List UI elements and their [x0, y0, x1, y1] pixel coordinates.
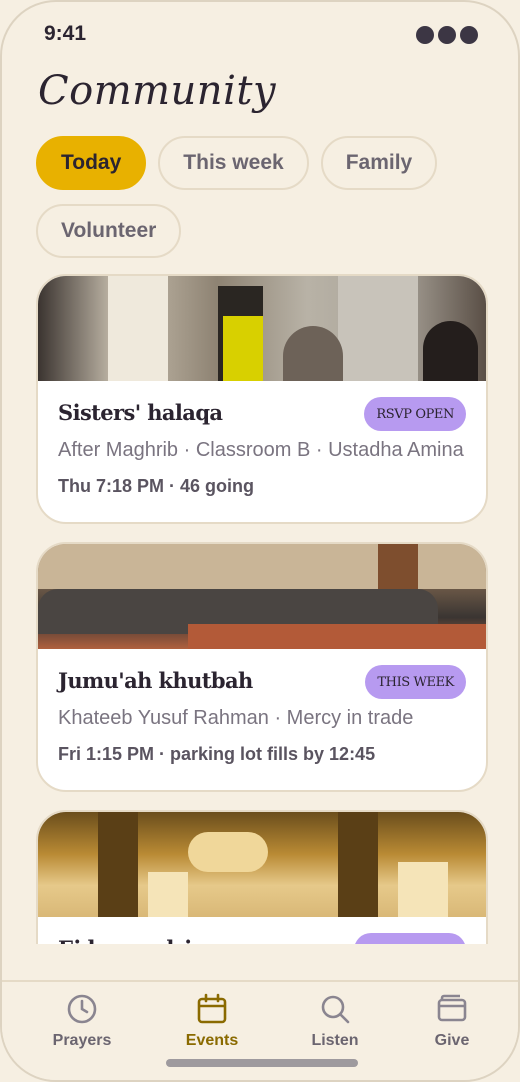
calendar-icon: [197, 993, 227, 1024]
filter-chip-this-week[interactable]: This week: [158, 136, 309, 190]
signal-dots-icon: [416, 26, 478, 44]
event-meta: Thu 7:18 PM · 46 going: [58, 476, 255, 496]
home-indicator[interactable]: [166, 1059, 358, 1067]
event-card[interactable]: Sisters' halaqa RSVP OPEN After Maghrib …: [36, 274, 488, 524]
filter-chip-family[interactable]: Family: [320, 136, 438, 190]
event-subtitle: After Maghrib · Classroom B · Ustadha Am…: [58, 439, 464, 461]
status-badge: RSVP OPEN: [364, 397, 466, 431]
clock-icon: [67, 994, 97, 1024]
event-card[interactable]: Eid prep drive NEEDS HELP: [36, 810, 488, 944]
status-bar: 9:41: [44, 22, 478, 52]
search-icon: [321, 995, 350, 1024]
event-card[interactable]: Jumu'ah khutbah THIS WEEK Khateeb Yusuf …: [36, 542, 488, 792]
filter-chip-volunteer[interactable]: Volunteer: [36, 204, 182, 258]
tab-events[interactable]: Events: [157, 992, 267, 1050]
status-badge: NEEDS HELP: [353, 933, 466, 944]
tab-label: Events: [185, 1032, 239, 1049]
tab-label: Give: [434, 1032, 470, 1049]
event-feed[interactable]: Sisters' halaqa RSVP OPEN After Maghrib …: [36, 274, 488, 944]
tab-label: Prayers: [52, 1032, 112, 1049]
event-subtitle: Khateeb Yusuf Rahman · Mercy in trade: [58, 707, 414, 729]
tab-listen[interactable]: Listen: [280, 992, 390, 1050]
tab-give[interactable]: Give: [397, 992, 507, 1050]
filter-chip-today[interactable]: Today: [36, 136, 147, 190]
filter-chips: Today This week Family Volunteer: [36, 136, 456, 258]
tab-label: Listen: [311, 1032, 359, 1049]
event-photo: [38, 544, 486, 649]
tab-prayers[interactable]: Prayers: [27, 992, 137, 1050]
event-meta: Fri 1:15 PM · parking lot fills by 12:45: [58, 744, 376, 764]
page-title: Community: [38, 68, 277, 114]
event-photo: [38, 276, 486, 381]
wallet-icon: [437, 994, 467, 1022]
phone-frame: 9:41 Community Today This week Family Vo…: [0, 0, 520, 1082]
status-badge: THIS WEEK: [365, 665, 466, 699]
event-photo: [38, 812, 486, 917]
status-time: 9:41: [44, 22, 87, 45]
